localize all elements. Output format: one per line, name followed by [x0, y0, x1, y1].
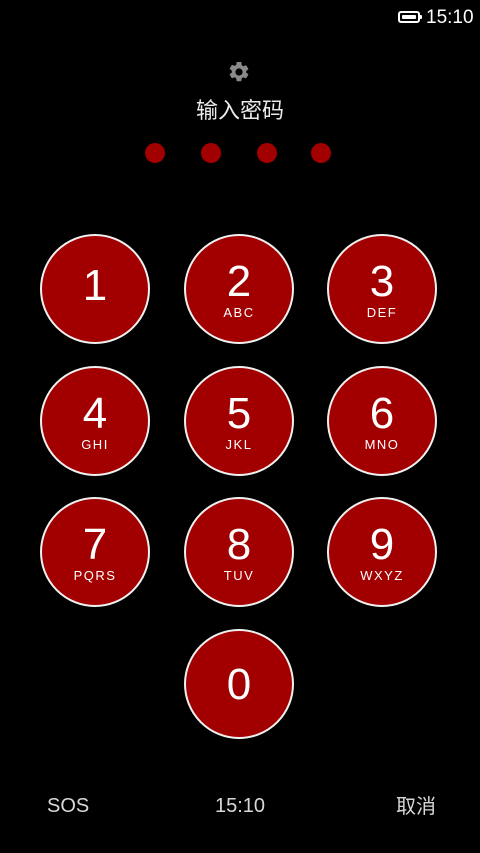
key-letters: GHI	[81, 437, 109, 452]
gear-icon[interactable]	[227, 60, 251, 84]
status-time: 15:10	[426, 7, 474, 28]
key-digit: 2	[226, 257, 252, 306]
key-digit: 1	[82, 261, 108, 310]
battery-icon	[398, 11, 422, 23]
key-digit: 5	[226, 389, 252, 438]
key-4[interactable]: 4 GHI	[40, 366, 150, 476]
key-6[interactable]: 6 MNO	[327, 366, 437, 476]
key-letters: WXYZ	[360, 568, 404, 583]
key-8[interactable]: 8 TUV	[184, 497, 294, 607]
pin-dot	[257, 143, 277, 163]
cancel-button[interactable]: 取消	[396, 793, 436, 819]
key-letters: JKL	[225, 437, 253, 452]
key-2[interactable]: 2 ABC	[184, 234, 294, 344]
key-digit: 4	[82, 389, 108, 438]
key-letters: MNO	[364, 437, 400, 452]
key-digit: 9	[369, 520, 395, 569]
key-7[interactable]: 7 PQRS	[40, 497, 150, 607]
key-letters: ABC	[223, 305, 255, 320]
pin-indicator	[0, 143, 480, 163]
key-3[interactable]: 3 DEF	[327, 234, 437, 344]
key-digit: 7	[82, 520, 108, 569]
key-letters: TUV	[223, 568, 255, 583]
key-letters: DEF	[366, 305, 398, 320]
key-0[interactable]: 0	[184, 629, 294, 739]
key-letters: PQRS	[73, 568, 117, 583]
key-digit: 8	[226, 520, 252, 569]
key-digit: 3	[369, 257, 395, 306]
key-digit: 6	[369, 389, 395, 438]
password-prompt: 输入密码	[195, 99, 284, 124]
sos-button[interactable]: SOS	[47, 793, 89, 819]
key-5[interactable]: 5 JKL	[184, 366, 294, 476]
key-digit: 0	[226, 660, 252, 709]
pin-dot	[201, 143, 221, 163]
key-9[interactable]: 9 WXYZ	[327, 497, 437, 607]
pin-dot	[145, 143, 165, 163]
pin-dot	[311, 143, 331, 163]
status-bar: 15:10	[0, 0, 480, 36]
key-1[interactable]: 1	[40, 234, 150, 344]
